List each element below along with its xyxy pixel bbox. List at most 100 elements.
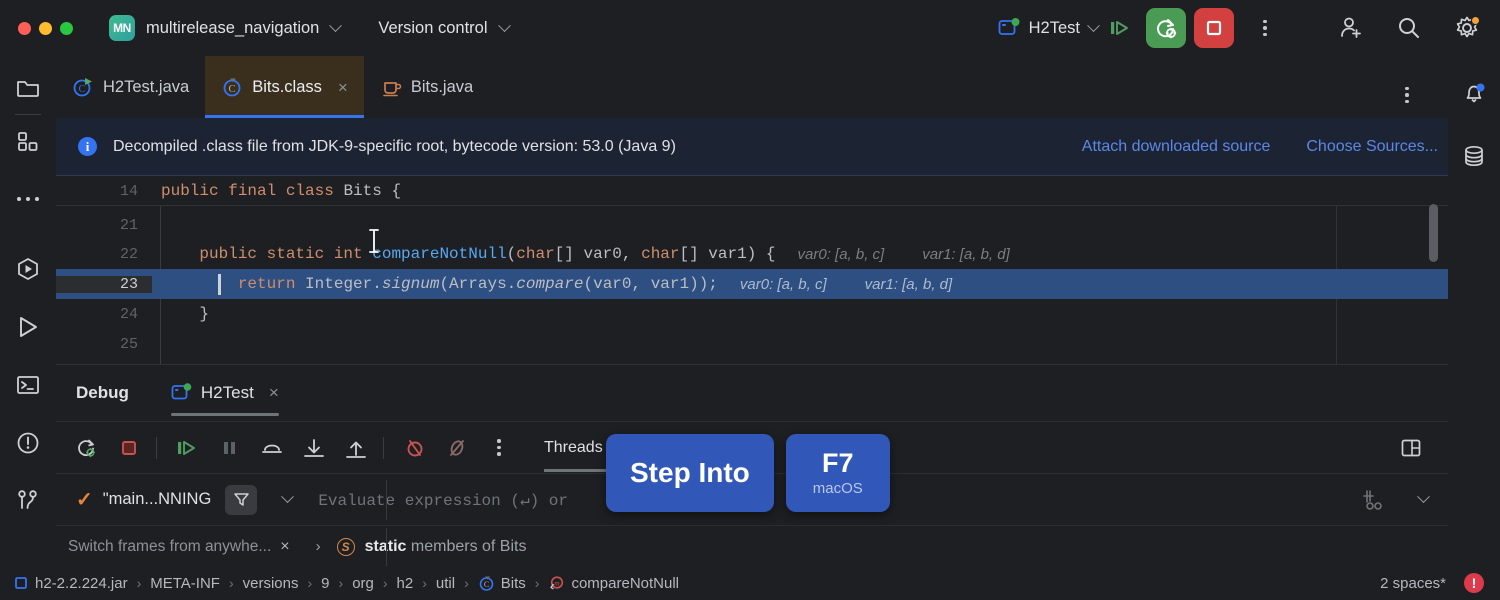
- rerun-debug-button[interactable]: [68, 429, 106, 467]
- close-icon[interactable]: ×: [280, 538, 289, 556]
- step-out-button[interactable]: [337, 429, 375, 467]
- more-options-icon: [1405, 86, 1409, 104]
- restart-debug-button[interactable]: [1146, 8, 1186, 48]
- code-editor[interactable]: 14 public final class Bits { 21 22 publi…: [56, 176, 1448, 364]
- sidebar-item-problems[interactable]: [8, 423, 48, 463]
- choose-sources-link[interactable]: Choose Sources...: [1306, 138, 1438, 156]
- sidebar-item-terminal[interactable]: [8, 365, 48, 405]
- stop-button[interactable]: [110, 429, 148, 467]
- breadcrumb-item-util[interactable]: util: [436, 575, 455, 592]
- run-config-chevron-down-icon[interactable]: [1087, 18, 1100, 32]
- evaluate-expression-input[interactable]: Evaluate expression (↵) or: [318, 490, 568, 510]
- pause-program-icon: [224, 441, 235, 454]
- inline-hint-var1: var1: [a, b, d]: [864, 275, 953, 293]
- sidebar-item-version-control[interactable]: [8, 481, 48, 521]
- sidebar-item-run[interactable]: [8, 307, 48, 347]
- breadcrumb-item-method[interactable]: compareNotNull: [571, 575, 679, 592]
- folder-icon: [17, 81, 39, 97]
- jar-icon: [15, 577, 27, 589]
- sidebar-item-more[interactable]: [8, 179, 48, 219]
- debug-variables-row: Switch frames from anywhe... × › S stati…: [56, 525, 1448, 567]
- line-content: return Integer.signum(Arrays.compare(var…: [161, 275, 718, 293]
- minimize-window-button[interactable]: [39, 21, 52, 35]
- code-line[interactable]: 14 public final class Bits {: [56, 176, 1448, 206]
- ellipsis-icon: [17, 197, 39, 201]
- breadcrumb-item-meta-inf[interactable]: META-INF: [150, 575, 220, 592]
- breadcrumb-item-h2[interactable]: h2: [397, 575, 414, 592]
- step-into-button[interactable]: [295, 429, 333, 467]
- editor-scrollbar-thumb[interactable]: [1429, 204, 1438, 262]
- layout-settings-icon: [1401, 439, 1421, 456]
- code-line-current-execution[interactable]: 23 return Integer.signum(Arrays.compare(…: [56, 269, 1448, 299]
- debug-more-button[interactable]: [480, 429, 518, 467]
- code-line[interactable]: 25: [56, 329, 1448, 359]
- pause-program-button[interactable]: [211, 429, 249, 467]
- evaluate-chevron-down-icon[interactable]: [1417, 490, 1430, 504]
- step-over-button[interactable]: [1102, 9, 1140, 47]
- debug-session-tab[interactable]: H2Test ×: [170, 365, 279, 421]
- close-window-button[interactable]: [18, 21, 31, 35]
- variables-tree-item[interactable]: static members of Bits: [365, 538, 527, 556]
- code-line[interactable]: 24 }: [56, 299, 1448, 329]
- search-button[interactable]: [1390, 9, 1428, 47]
- project-name[interactable]: multirelease_navigation: [146, 19, 319, 38]
- editor-tab-label: Bits.java: [410, 77, 474, 96]
- run-configuration-selector[interactable]: H2Test: [998, 18, 1100, 38]
- mute-breakpoints-button[interactable]: [396, 429, 434, 467]
- status-bar: h2-2.2.224.jar › META-INF › versions › 9…: [0, 566, 1500, 600]
- maximize-window-button[interactable]: [60, 21, 73, 35]
- sidebar-item-project[interactable]: [8, 68, 48, 108]
- run-config-name: H2Test: [1028, 18, 1080, 37]
- view-breakpoints-button[interactable]: [438, 429, 476, 467]
- title-bar: MN multirelease_navigation Version contr…: [0, 0, 1500, 56]
- breadcrumb-item-bits[interactable]: Bits: [501, 575, 526, 592]
- filter-funnel-icon: [234, 493, 249, 506]
- indent-setting[interactable]: 2 spaces*: [1380, 575, 1446, 592]
- settings-button[interactable]: [1448, 9, 1486, 47]
- tree-expand-chevron-right-icon[interactable]: ›: [316, 538, 321, 555]
- current-thread-label[interactable]: "main...NNING: [103, 490, 212, 509]
- editor-tab-h2test[interactable]: C H2Test.java: [56, 56, 205, 118]
- project-badge: MN: [109, 15, 135, 41]
- breadcrumb-item-jar[interactable]: h2-2.2.224.jar: [35, 575, 128, 592]
- static-member-icon: S: [336, 537, 355, 556]
- attach-downloaded-source-link[interactable]: Attach downloaded source: [1082, 138, 1271, 156]
- svg-text:m: m: [555, 578, 561, 587]
- run-play-icon: [20, 317, 37, 337]
- structure-grid-icon: [18, 132, 38, 151]
- editor-tab-bits-class[interactable]: C Bits.class ×: [205, 56, 364, 118]
- filter-frames-button[interactable]: [225, 484, 258, 515]
- layout-settings-button[interactable]: [1392, 429, 1430, 467]
- error-status-badge[interactable]: !: [1464, 573, 1484, 593]
- frames-chevron-down-icon[interactable]: [281, 490, 295, 504]
- add-watch-icon[interactable]: [1363, 488, 1389, 512]
- bell-icon: [1466, 83, 1485, 103]
- editor-tabs-more-button[interactable]: [1388, 76, 1426, 114]
- evaluate-actions: [1363, 488, 1430, 512]
- breadcrumb-item-9[interactable]: 9: [321, 575, 329, 592]
- line-content: }: [161, 305, 210, 323]
- stop-button[interactable]: [1194, 8, 1234, 48]
- step-over-button[interactable]: [253, 429, 291, 467]
- sidebar-item-structure[interactable]: [8, 121, 48, 161]
- more-actions-button[interactable]: [1246, 9, 1284, 47]
- version-control-menu[interactable]: Version control: [378, 19, 487, 38]
- project-dropdown-chevron-down-icon[interactable]: [329, 18, 343, 33]
- version-control-chevron-down-icon[interactable]: [497, 18, 511, 33]
- run-config-icon: [998, 18, 1020, 35]
- close-icon[interactable]: ×: [338, 79, 348, 96]
- resume-program-button[interactable]: [169, 429, 207, 467]
- editor-tab-bits-java[interactable]: Bits.java: [364, 56, 489, 118]
- breadcrumb-item-org[interactable]: org: [352, 575, 374, 592]
- code-line[interactable]: 22 public static int compareNotNull(char…: [56, 239, 1448, 269]
- breadcrumb-separator: ›: [228, 575, 234, 591]
- code-line[interactable]: 21: [56, 210, 1448, 240]
- sidebar-item-database[interactable]: [1454, 136, 1494, 176]
- breadcrumb-item-versions[interactable]: versions: [243, 575, 299, 592]
- sidebar-item-debug[interactable]: [8, 249, 48, 289]
- svg-text:C: C: [229, 84, 236, 95]
- step-out-icon: [346, 441, 366, 458]
- sidebar-item-notifications[interactable]: [1454, 74, 1494, 114]
- add-user-button[interactable]: [1332, 9, 1370, 47]
- close-icon[interactable]: ×: [269, 383, 279, 403]
